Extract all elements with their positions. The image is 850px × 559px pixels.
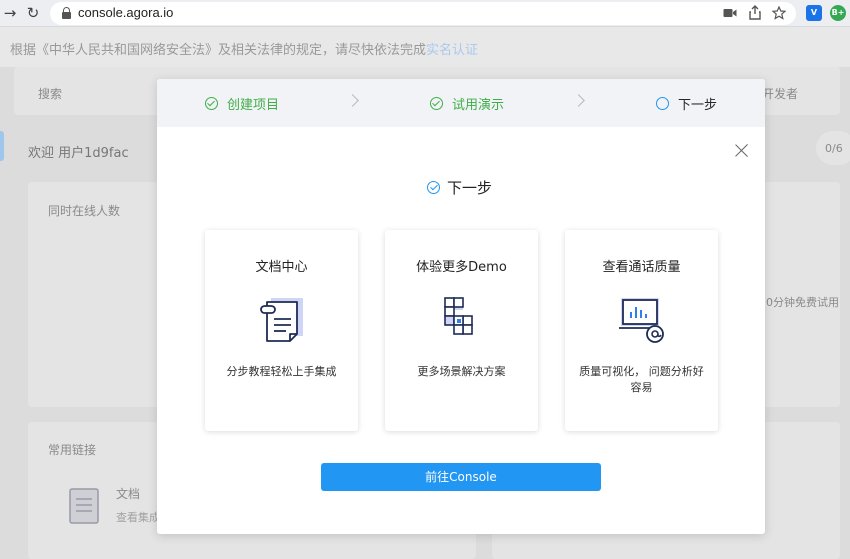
developer-menu[interactable]: 开发者 [762,85,798,102]
address-bar[interactable]: console.agora.io [50,2,796,25]
chevron-right-icon [346,94,359,107]
go-to-console-button[interactable]: 前往Console [321,463,601,491]
reload-icon[interactable]: ↻ [23,4,43,22]
online-users-label: 同时在线人数 [48,204,121,218]
onboarding-modal: 创建项目 试用演示 下一步 下一步 文档中心 分步教程轻松上手集成 体验更多De… [157,79,765,534]
call-quality-card[interactable]: 查看通话质量 质量可视化， 问题分析好容易 [565,230,718,431]
step-next: 下一步 [656,94,718,113]
step-try-demo: 试用演示 [430,94,505,113]
steps-bar: 创建项目 试用演示 下一步 [157,79,765,127]
step-create-project: 创建项目 [205,94,280,113]
blocks-icon [444,297,473,335]
check-circle-icon [430,96,443,110]
profile-avatar[interactable]: B+ [830,5,846,21]
forward-arrow-icon[interactable]: → [0,4,20,22]
docs-center-card[interactable]: 文档中心 分步教程轻松上手集成 [205,230,358,431]
check-circle-icon [427,180,440,194]
card-description: 质量可视化， 问题分析好容易 [579,365,704,394]
real-name-notice-bar: 根据《中华人民共和国网络安全法》及相关法律的规定，请尽快依法完成实名认证 [0,27,850,67]
lock-icon [62,7,71,19]
document-icon [260,298,303,342]
document-icon [69,488,99,524]
free-trial-text: 0分钟免费试用 [766,296,839,309]
share-icon[interactable] [749,5,761,20]
common-links-label: 常用链接 [48,443,97,457]
welcome-text: 欢迎 用户1d9fac [28,146,129,161]
sidebar-tab[interactable] [0,131,4,161]
card-title: 查看通话质量 [602,260,681,275]
extension-v-icon[interactable]: V [806,5,822,21]
doc-link-title[interactable]: 文档 [116,485,140,502]
doc-link-desc: 查看集成 [116,511,160,524]
url-text[interactable]: console.agora.io [78,5,173,20]
counter-text: 0/6 [825,142,843,155]
card-description: 更多场景解决方案 [417,365,506,378]
browser-toolbar: → ↻ console.agora.io V B+ [0,0,850,27]
card-title: 文档中心 [255,260,308,275]
step-label: 试用演示 [452,97,505,113]
camera-icon[interactable] [723,7,737,19]
more-demos-card[interactable]: 体验更多Demo 更多场景解决方案 [385,230,538,431]
bookmark-star-icon[interactable] [772,6,786,20]
chevron-right-icon [572,94,585,107]
quality-chart-icon [619,298,664,343]
circle-icon [656,96,669,110]
check-circle-icon [205,96,218,110]
step-label: 创建项目 [227,97,280,113]
card-description: 分步教程轻松上手集成 [226,365,337,378]
step-label: 下一步 [678,97,718,113]
notice-text: 根据《中华人民共和国网络安全法》及相关法律的规定，请尽快依法完成实名认证 [10,43,479,58]
real-name-auth-link[interactable]: 实名认证 [426,43,478,58]
card-title: 体验更多Demo [416,260,507,275]
search-input[interactable]: 搜索 [38,85,62,102]
modal-title: 下一步 [427,177,492,197]
close-icon[interactable] [735,144,749,158]
modal-title-text: 下一步 [447,178,493,197]
